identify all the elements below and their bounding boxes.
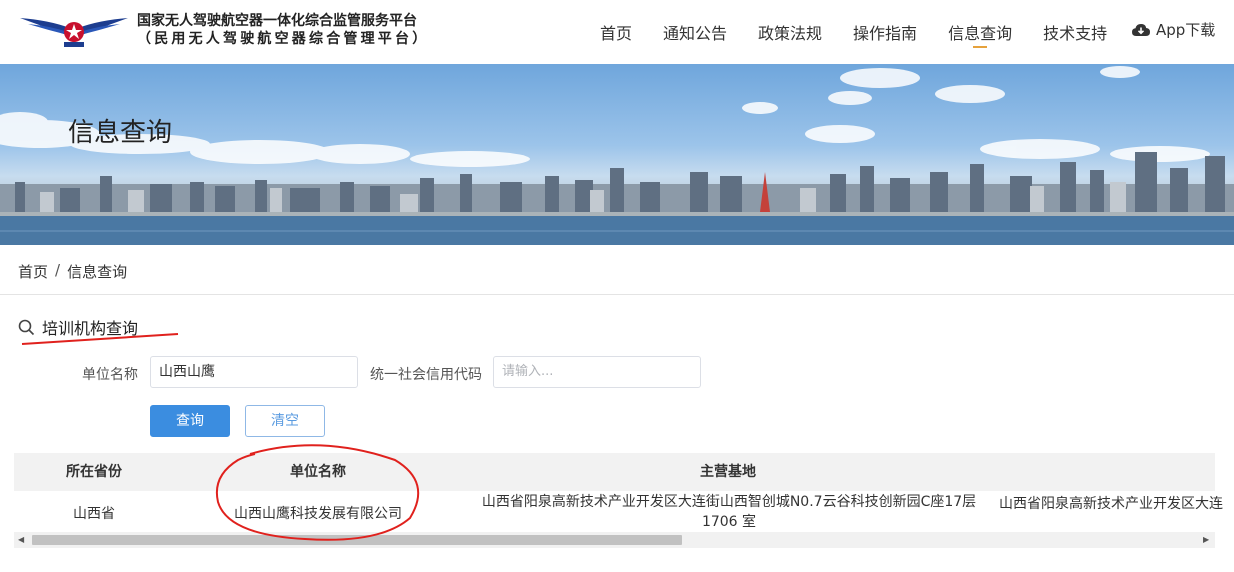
caac-wings-logo-icon[interactable]	[18, 10, 130, 50]
main-nav: 首页 通知公告 政策法规 操作指南 信息查询 技术支持	[600, 20, 1138, 48]
nav-info-query[interactable]: 信息查询	[948, 20, 1012, 48]
cell-main-base: 山西省阳泉高新技术产业开发区大连街山西智创城N0.7云谷科技创新园C座17层17…	[481, 494, 977, 530]
horizontal-scrollbar[interactable]: ◀ ▶	[14, 532, 1215, 548]
divider	[0, 294, 1234, 295]
platform-name-line2: （民用无人驾驶航空器综合管理平台）	[137, 31, 430, 47]
app-download-label: App下载	[1156, 21, 1216, 39]
nav-notices[interactable]: 通知公告	[663, 20, 727, 44]
column-header-main-base: 主营基地	[700, 464, 756, 480]
cell-unit-name: 山西山鹰科技发展有限公司	[234, 506, 402, 522]
scroll-right-arrow-icon[interactable]: ▶	[1203, 535, 1209, 544]
banner-title: 信息查询	[68, 118, 173, 148]
query-button[interactable]: 查询	[150, 405, 230, 437]
cell-province: 山西省	[73, 506, 115, 522]
banner-skyline-image: 信息查询	[0, 64, 1234, 245]
cloud-download-icon	[1132, 23, 1150, 36]
nav-tech-support[interactable]: 技术支持	[1043, 20, 1107, 44]
nav-home[interactable]: 首页	[600, 20, 632, 44]
unit-name-label: 单位名称	[82, 367, 138, 383]
breadcrumb-separator: /	[55, 261, 61, 279]
nav-guide[interactable]: 操作指南	[853, 20, 917, 44]
clear-button[interactable]: 清空	[245, 405, 325, 437]
scrollbar-thumb[interactable]	[32, 535, 682, 545]
column-header-unit-name: 单位名称	[290, 464, 346, 480]
platform-name: 国家无人驾驶航空器一体化综合监管服务平台 （民用无人驾驶航空器综合管理平台）	[137, 12, 429, 48]
breadcrumb-current: 信息查询	[67, 263, 128, 281]
column-header-province: 所在省份	[66, 464, 122, 480]
platform-name-line1: 国家无人驾驶航空器一体化综合监管服务平台	[137, 13, 417, 29]
cell-next-column: 山西省阳泉高新技术产业开发区大连	[999, 496, 1223, 512]
site-header: 国家无人驾驶航空器一体化综合监管服务平台 （民用无人驾驶航空器综合管理平台） 首…	[0, 0, 1234, 64]
results-table-header: 所在省份 单位名称 主营基地	[14, 453, 1215, 491]
breadcrumb-home[interactable]: 首页	[18, 261, 48, 282]
breadcrumb: 首页 / 信息查询	[18, 261, 127, 282]
app-download-link[interactable]: App下载	[1132, 19, 1215, 40]
credit-code-input[interactable]: 请输入...	[493, 356, 701, 388]
unit-name-input[interactable]: 山西山鹰	[150, 356, 358, 388]
red-annotation-underline	[21, 333, 179, 345]
credit-code-label: 统一社会信用代码	[370, 367, 482, 383]
nav-policies[interactable]: 政策法规	[758, 20, 822, 44]
skyline-illustration	[0, 66, 1234, 245]
scroll-left-arrow-icon[interactable]: ◀	[18, 535, 24, 544]
